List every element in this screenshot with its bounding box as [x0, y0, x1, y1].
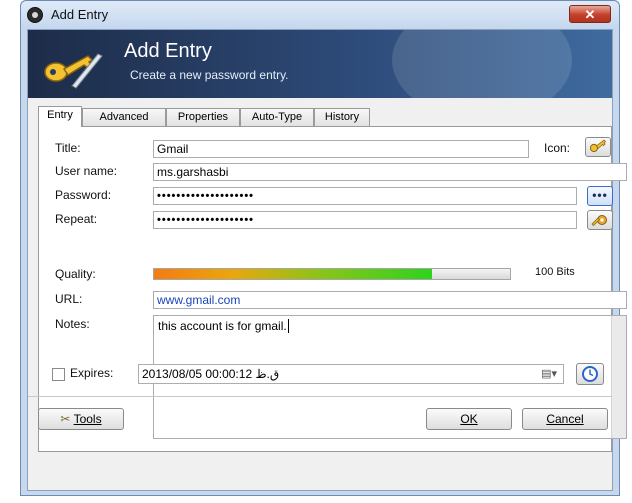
add-entry-window: Add Entry ✕ Add Entry Create a new passw…	[20, 0, 627, 496]
banner-glow	[392, 30, 572, 98]
banner: Add Entry Create a new password entry.	[28, 30, 612, 98]
lock-icon	[27, 7, 43, 23]
clock-icon	[582, 366, 598, 382]
url-input[interactable]: www.gmail.com	[153, 291, 627, 309]
key-icon	[589, 139, 607, 153]
notes-text: this account is for gmail.	[158, 319, 287, 333]
expiry-datetime-input[interactable]: ق.ظ 00:00:12 2013/08/05 ▤▾	[138, 364, 564, 384]
window-title: Add Entry	[51, 7, 109, 22]
notes-scrollbar[interactable]	[611, 316, 626, 438]
dots-icon: •••	[592, 188, 608, 202]
password-label: Password:	[55, 188, 112, 202]
tools-button[interactable]: ✂ Tools	[38, 408, 124, 430]
tab-entry[interactable]: Entry	[38, 106, 82, 127]
banner-subtitle: Create a new password entry.	[130, 68, 289, 82]
title-bar: Add Entry ✕	[21, 1, 619, 29]
title-input[interactable]: Gmail	[153, 140, 529, 158]
title-label: Title:	[55, 141, 81, 155]
expiry-presets-button[interactable]	[576, 363, 604, 385]
username-input[interactable]: ms.garshasbi	[153, 163, 627, 181]
quality-bar	[153, 268, 511, 280]
tools-button-label: Tools	[73, 412, 102, 426]
tools-icon: ✂	[60, 412, 71, 426]
quality-bits-text: 100 Bits	[535, 266, 575, 278]
banner-title: Add Entry	[124, 40, 212, 62]
icon-label: Icon:	[544, 141, 571, 155]
quality-label: Quality:	[55, 267, 96, 281]
tab-auto-type[interactable]: Auto-Type	[240, 108, 314, 126]
calendar-dropdown-icon[interactable]: ▤▾	[541, 365, 557, 383]
footer-divider	[28, 396, 612, 397]
ok-button-label: OK	[460, 412, 478, 426]
text-cursor	[287, 319, 293, 333]
url-label: URL:	[55, 292, 83, 306]
close-button[interactable]: ✕	[569, 5, 611, 23]
ok-button[interactable]: OK	[426, 408, 512, 430]
key-gear-icon	[591, 215, 607, 227]
repeat-label: Repeat:	[55, 212, 98, 226]
quality-bar-fill	[154, 269, 432, 279]
cancel-button[interactable]: Cancel	[522, 408, 608, 430]
expiry-datetime-value: ق.ظ 00:00:12 2013/08/05	[142, 367, 280, 381]
key-icon	[44, 53, 103, 90]
expires-checkbox[interactable]	[52, 368, 65, 381]
cancel-button-label: Cancel	[546, 412, 584, 426]
username-label: User name:	[55, 164, 118, 178]
icon-picker-button[interactable]	[585, 137, 611, 157]
tab-history[interactable]: History	[314, 108, 370, 126]
repeat-password-input[interactable]: ••••••••••••••••••••	[153, 211, 577, 229]
password-input[interactable]: ••••••••••••••••••••	[153, 187, 577, 205]
expires-label: Expires:	[70, 366, 114, 380]
entry-panel: Title: Gmail Icon: User name: ms.garshas…	[38, 126, 627, 452]
tab-properties[interactable]: Properties	[166, 108, 240, 126]
dialog-client: Add Entry Create a new password entry. E…	[27, 29, 627, 491]
notes-label: Notes:	[55, 317, 90, 331]
generate-password-button[interactable]	[587, 210, 613, 230]
show-password-button[interactable]: •••	[587, 186, 613, 206]
tab-advanced[interactable]: Advanced	[82, 108, 166, 126]
